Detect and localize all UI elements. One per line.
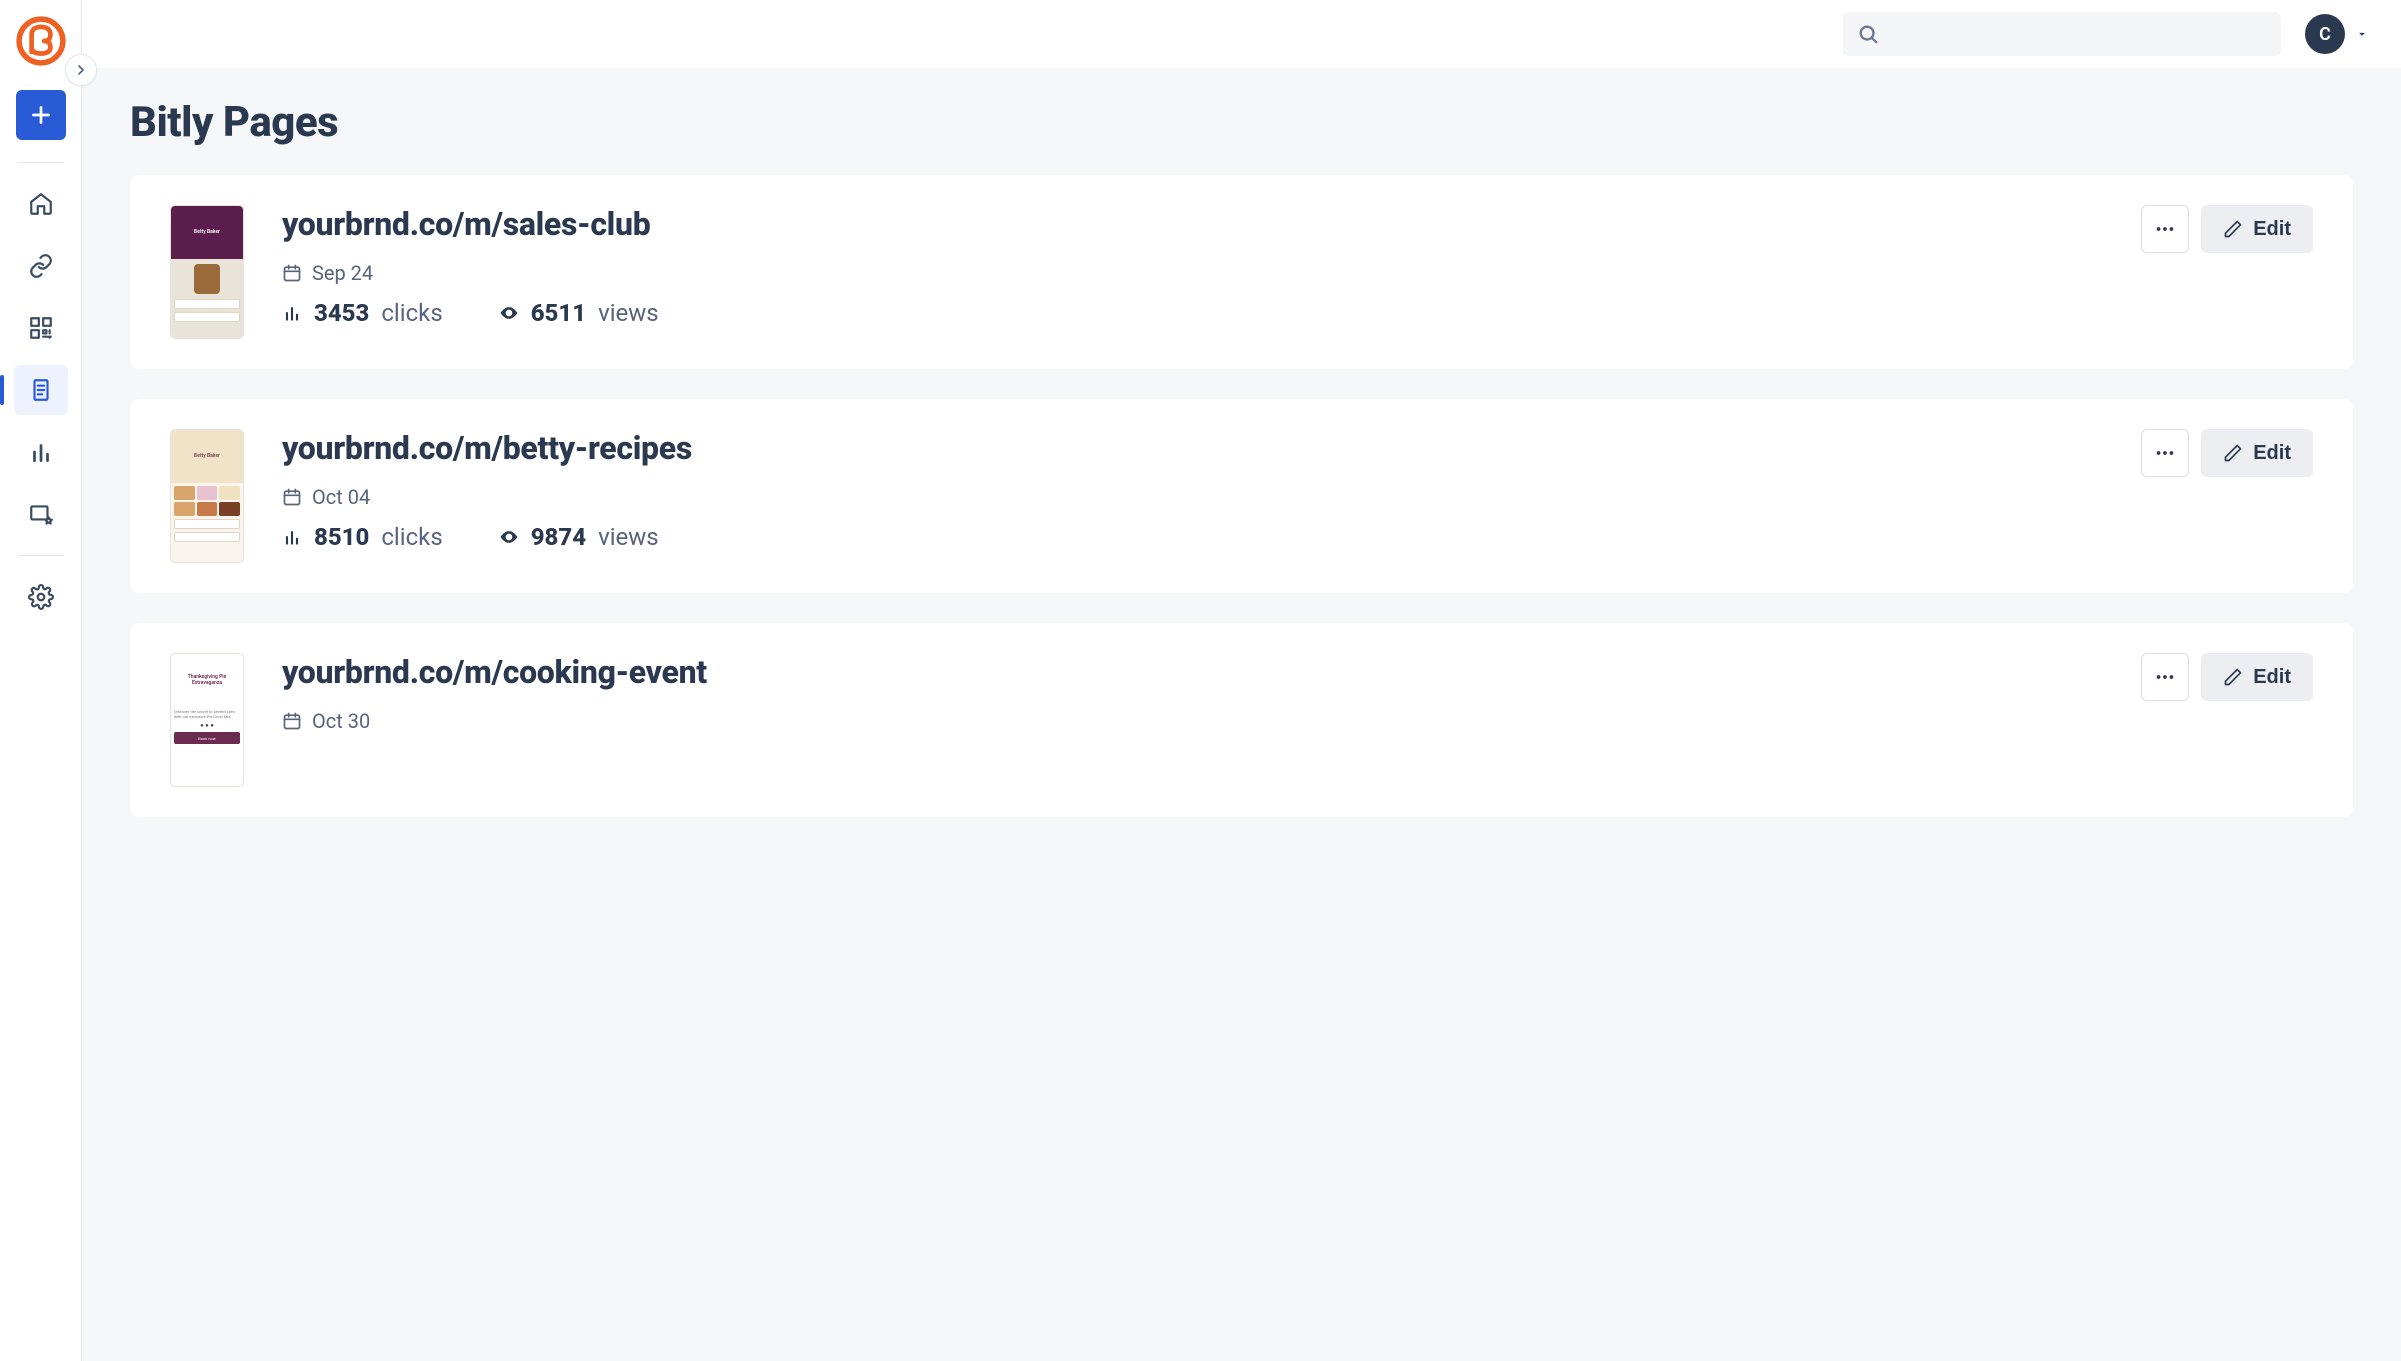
- page-title: Bitly Pages: [130, 98, 2353, 147]
- page-url[interactable]: yourbrnd.co/m/cooking-event: [282, 653, 2103, 691]
- clicks-stat: 8510 clicks: [282, 523, 443, 551]
- nav-analytics[interactable]: [14, 427, 68, 477]
- clicks-stat: 3453 clicks: [282, 299, 443, 327]
- edit-button[interactable]: Edit: [2201, 429, 2313, 477]
- eye-icon: [499, 527, 519, 547]
- clicks-label: clicks: [381, 299, 442, 327]
- home-icon: [28, 191, 54, 217]
- chevron-right-icon: [73, 62, 89, 78]
- edit-label: Edit: [2253, 218, 2291, 241]
- create-button[interactable]: [16, 90, 66, 140]
- card-info: yourbrnd.co/m/sales-club Sep 24 3453 cli…: [282, 205, 2103, 327]
- more-button[interactable]: [2141, 429, 2189, 477]
- page-card: Betty Baker yourbrnd.co/m/sales-club Sep…: [130, 175, 2353, 369]
- card-info: yourbrnd.co/m/cooking-event Oct 30: [282, 653, 2103, 747]
- gear-icon: [28, 584, 54, 610]
- more-button[interactable]: [2141, 653, 2189, 701]
- content-area: Bitly Pages Betty Baker yourbrnd.co/m/sa…: [82, 68, 2401, 1361]
- more-icon: [2154, 442, 2176, 464]
- page-date: Oct 30: [312, 709, 370, 733]
- bar-chart-icon: [282, 303, 302, 323]
- edit-label: Edit: [2253, 442, 2291, 465]
- pencil-icon: [2223, 667, 2243, 687]
- device-star-icon: [28, 501, 54, 527]
- more-button[interactable]: [2141, 205, 2189, 253]
- views-label: views: [598, 299, 659, 327]
- nav-campaigns[interactable]: [14, 489, 68, 539]
- divider: [18, 162, 64, 163]
- calendar-icon: [282, 711, 302, 731]
- stats-row: 3453 clicks 6511 views: [282, 299, 2103, 327]
- nav-qr[interactable]: [14, 303, 68, 353]
- card-actions: Edit: [2141, 653, 2313, 701]
- bar-chart-icon: [282, 527, 302, 547]
- date-row: Sep 24: [282, 261, 2103, 285]
- clicks-value: 8510: [314, 523, 369, 551]
- nav-settings[interactable]: [14, 572, 68, 622]
- nav-home[interactable]: [14, 179, 68, 229]
- page-url[interactable]: yourbrnd.co/m/betty-recipes: [282, 429, 2103, 467]
- page-thumbnail: Betty Baker: [170, 205, 244, 339]
- pencil-icon: [2223, 219, 2243, 239]
- page-thumbnail: Betty Baker: [170, 429, 244, 563]
- edit-label: Edit: [2253, 666, 2291, 689]
- bitly-logo: [16, 16, 66, 66]
- sidebar-expand-button[interactable]: [65, 54, 97, 86]
- page-card: Betty Baker yourbrnd.co/m/betty-recipes …: [130, 399, 2353, 593]
- edit-button[interactable]: Edit: [2201, 205, 2313, 253]
- main-region: C Bitly Pages Betty Baker yourbrnd.co/m/…: [82, 0, 2401, 1361]
- link-icon: [28, 253, 54, 279]
- search-icon: [1857, 23, 1879, 45]
- account-menu[interactable]: C: [2305, 14, 2369, 54]
- clicks-value: 3453: [314, 299, 369, 327]
- page-icon: [28, 377, 54, 403]
- date-row: Oct 30: [282, 709, 2103, 733]
- page-thumbnail: Thanksgiving Pie Extravaganza Discover t…: [170, 653, 244, 787]
- avatar: C: [2305, 14, 2345, 54]
- page-card: Thanksgiving Pie Extravaganza Discover t…: [130, 623, 2353, 817]
- more-icon: [2154, 666, 2176, 688]
- search-input[interactable]: [1843, 12, 2281, 56]
- pencil-icon: [2223, 443, 2243, 463]
- bar-chart-icon: [28, 439, 54, 465]
- stats-row: 8510 clicks 9874 views: [282, 523, 2103, 551]
- calendar-icon: [282, 263, 302, 283]
- plus-icon: [28, 102, 54, 128]
- calendar-icon: [282, 487, 302, 507]
- card-actions: Edit: [2141, 429, 2313, 477]
- nav-pages[interactable]: [14, 365, 68, 415]
- nav-links[interactable]: [14, 241, 68, 291]
- date-row: Oct 04: [282, 485, 2103, 509]
- page-url[interactable]: yourbrnd.co/m/sales-club: [282, 205, 2103, 243]
- views-stat: 9874 views: [499, 523, 659, 551]
- views-value: 9874: [531, 523, 586, 551]
- edit-button[interactable]: Edit: [2201, 653, 2313, 701]
- divider: [18, 555, 64, 556]
- caret-down-icon: [2355, 27, 2369, 41]
- clicks-label: clicks: [381, 523, 442, 551]
- qr-icon: [28, 315, 54, 341]
- card-info: yourbrnd.co/m/betty-recipes Oct 04 8510 …: [282, 429, 2103, 551]
- page-date: Sep 24: [312, 261, 373, 285]
- more-icon: [2154, 218, 2176, 240]
- topbar: C: [82, 0, 2401, 68]
- views-stat: 6511 views: [499, 299, 659, 327]
- card-actions: Edit: [2141, 205, 2313, 253]
- sidebar: [0, 0, 82, 1361]
- eye-icon: [499, 303, 519, 323]
- views-label: views: [598, 523, 659, 551]
- views-value: 6511: [531, 299, 586, 327]
- page-date: Oct 04: [312, 485, 370, 509]
